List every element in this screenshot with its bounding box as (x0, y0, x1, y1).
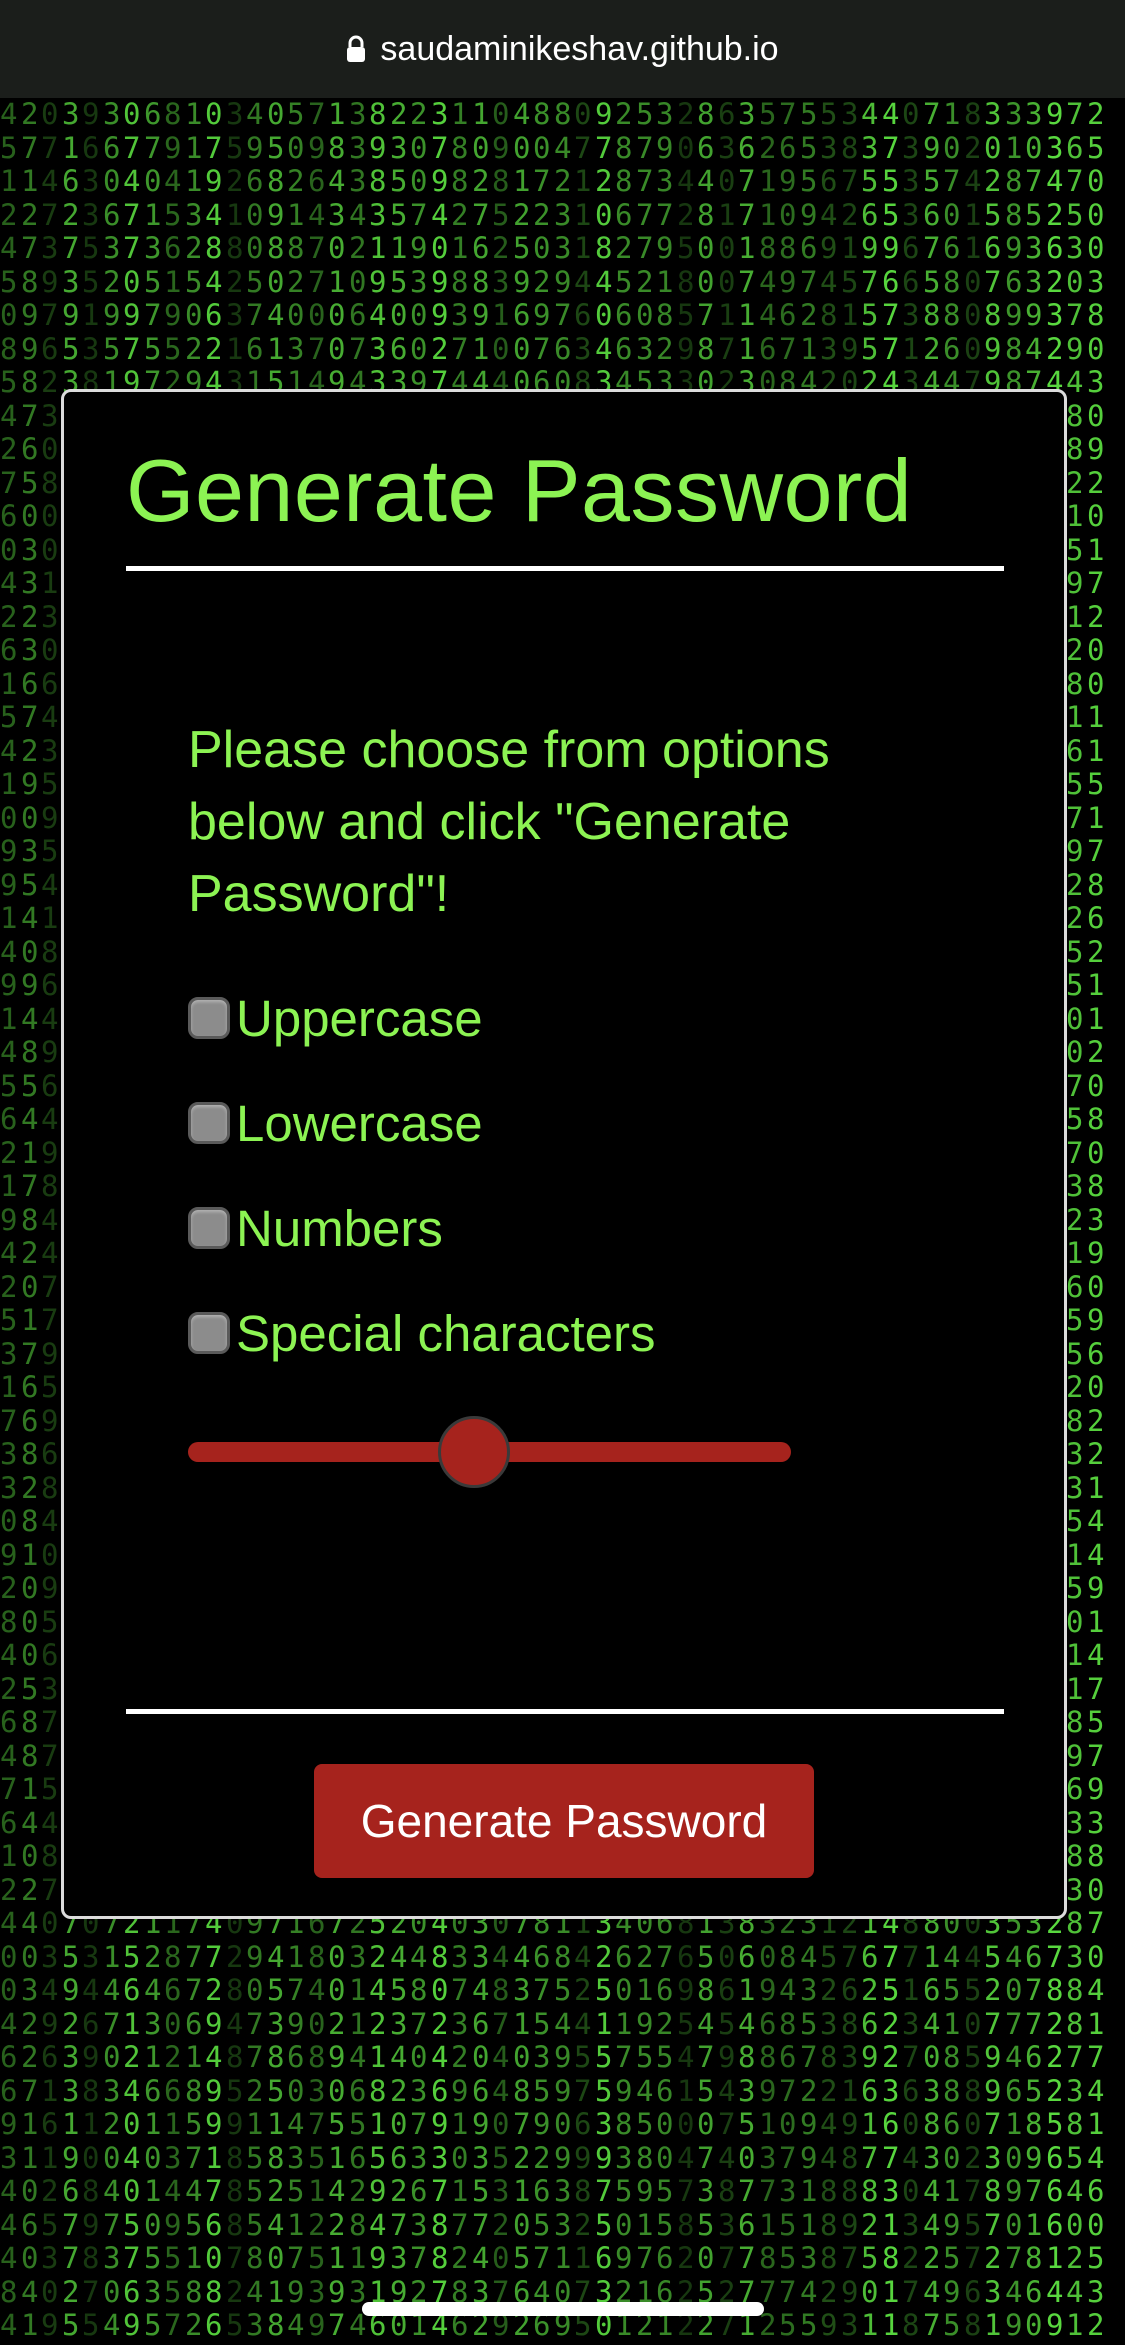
title-divider (126, 566, 1004, 571)
browser-address-bar[interactable]: saudaminikeshav.github.io (0, 0, 1125, 98)
url-text: saudaminikeshav.github.io (380, 29, 779, 68)
password-length-slider[interactable] (188, 1416, 791, 1488)
lowercase-label: Lowercase (236, 1094, 483, 1152)
option-special-characters[interactable]: Special characters (188, 1303, 656, 1363)
footer-divider (126, 1709, 1004, 1714)
special-characters-label: Special characters (236, 1304, 656, 1362)
option-uppercase[interactable]: Uppercase (188, 988, 483, 1048)
numbers-label: Numbers (236, 1199, 443, 1257)
special-characters-checkbox[interactable] (188, 1312, 230, 1354)
lowercase-checkbox[interactable] (188, 1102, 230, 1144)
home-indicator (362, 2302, 764, 2316)
slider-thumb[interactable] (438, 1416, 510, 1488)
option-numbers[interactable]: Numbers (188, 1198, 443, 1258)
lock-icon (346, 35, 366, 63)
numbers-checkbox[interactable] (188, 1207, 230, 1249)
page-title: Generate Password (126, 441, 913, 540)
option-lowercase[interactable]: Lowercase (188, 1093, 483, 1153)
generate-password-button[interactable]: Generate Password (314, 1764, 814, 1878)
password-generator-card: Generate Password Please choose from opt… (61, 389, 1067, 1919)
uppercase-label: Uppercase (236, 989, 483, 1047)
instructions-text: Please choose from options below and cli… (188, 721, 830, 923)
uppercase-checkbox[interactable] (188, 997, 230, 1039)
